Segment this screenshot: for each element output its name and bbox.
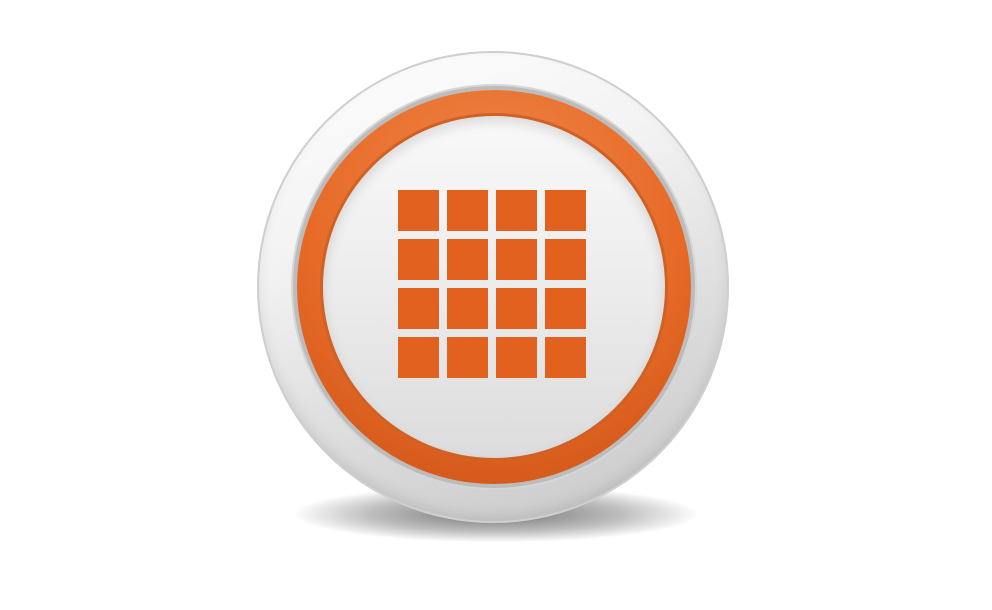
grid-cell — [545, 288, 586, 329]
grid-cell — [447, 288, 488, 329]
grid-cell — [545, 337, 586, 378]
grid-cell — [496, 337, 537, 378]
grid-cell — [545, 239, 586, 280]
grid-cell — [496, 239, 537, 280]
grid-cell — [496, 288, 537, 329]
grid-cell — [447, 239, 488, 280]
grid-cell — [398, 190, 439, 231]
app-icon-canvas — [0, 0, 992, 610]
grid-cell — [398, 337, 439, 378]
grid-cell — [398, 239, 439, 280]
grid-cell — [496, 190, 537, 231]
grid-cell — [447, 190, 488, 231]
grid-icon — [398, 190, 588, 380]
grid-cell — [545, 190, 586, 231]
grid-cell — [447, 337, 488, 378]
grid-cell — [398, 288, 439, 329]
